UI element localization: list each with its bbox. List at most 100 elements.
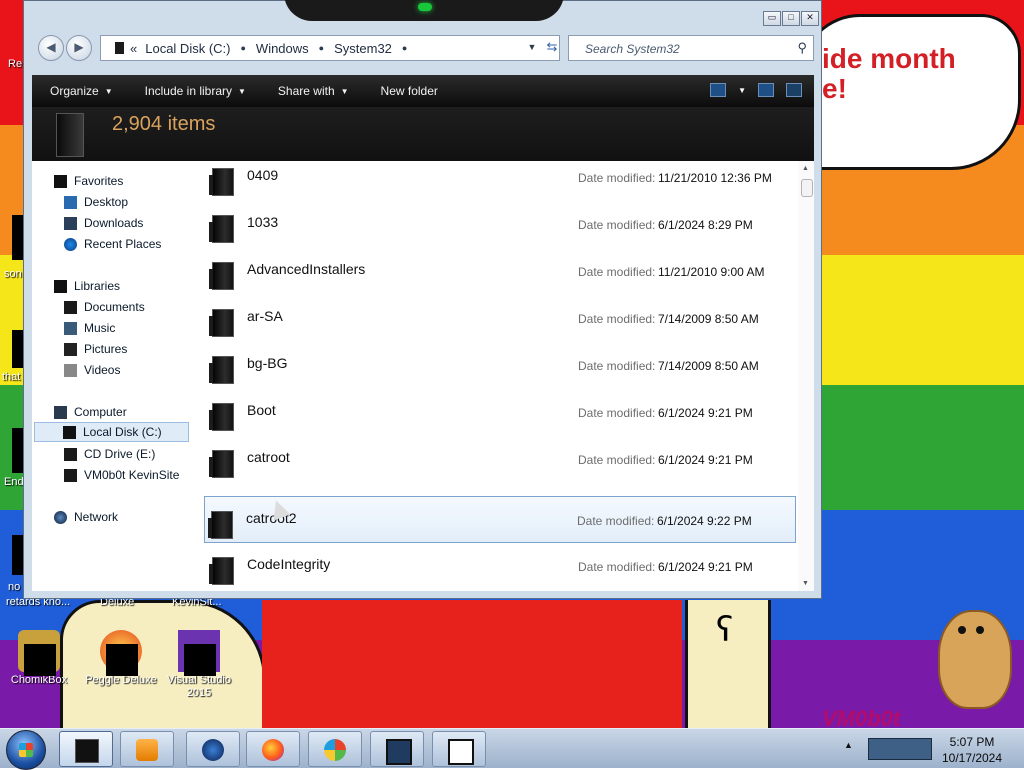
forward-button[interactable]: ▶ — [66, 35, 92, 61]
nav-network[interactable]: Network — [54, 507, 118, 527]
address-overflow-chevron[interactable]: « — [130, 41, 137, 56]
file-row[interactable]: Boot Date modified: 6/1/2024 9:21 PM — [206, 389, 798, 436]
scroll-down-icon[interactable]: ▼ — [802, 580, 809, 587]
taskbar-ie[interactable] — [308, 731, 362, 767]
nav-libraries[interactable]: Libraries — [54, 276, 120, 296]
nav-recent-places[interactable]: Recent Places — [64, 234, 161, 254]
minimize-button[interactable]: ▭ — [763, 11, 781, 26]
nav-pictures[interactable]: Pictures — [64, 339, 127, 359]
date-modified-label: Date modified: — [578, 560, 656, 574]
desktop-icon-peggle-deluxe[interactable]: Peggle Deluxe — [82, 630, 160, 687]
folder-icon — [208, 511, 233, 539]
desktop-label-fragment: End — [4, 476, 24, 488]
date-modified-label: Date modified: — [578, 171, 656, 185]
clock[interactable]: 5:07 PM 10/17/2024 — [932, 734, 1012, 766]
nav-desktop[interactable]: Desktop — [64, 192, 128, 212]
back-button[interactable]: ◀ — [38, 35, 64, 61]
help-icon[interactable] — [786, 83, 802, 97]
network-drive-icon — [64, 468, 77, 482]
videos-icon — [64, 363, 77, 377]
address-bar[interactable]: « Local Disk (C:) ● Windows ● System32 ● — [100, 35, 560, 61]
file-row[interactable]: 0409 Date modified: 11/21/2010 12:36 PM — [206, 161, 798, 201]
taskbar-media-player[interactable] — [120, 731, 174, 767]
change-view-icon[interactable] — [710, 83, 727, 97]
explorer-window[interactable]: ▭ □ ✕ ◀ ▶ « Local Disk (C:) ● Windows ● … — [23, 0, 822, 599]
nav-label: Computer — [74, 405, 127, 419]
file-row[interactable]: AdvancedInstallers Date modified: 11/21/… — [206, 248, 798, 295]
file-row-hovered[interactable]: catroot2 Date modified: 6/1/2024 9:22 PM — [204, 496, 796, 543]
include-in-library-button[interactable]: Include in library ▼ — [127, 84, 260, 98]
close-button[interactable]: ✕ — [801, 11, 819, 26]
breadcrumb-local-disk[interactable]: Local Disk (C:) — [137, 41, 238, 56]
search-input[interactable] — [583, 37, 797, 61]
show-hidden-icons-arrow[interactable]: ▲ — [844, 740, 853, 750]
breadcrumb-windows[interactable]: Windows — [248, 41, 317, 56]
navigation-pane: Favorites Desktop Downloads Recent Place… — [32, 161, 202, 591]
breadcrumb-system32[interactable]: System32 — [326, 41, 400, 56]
new-folder-button[interactable]: New folder — [363, 84, 452, 98]
file-row[interactable]: CodeIntegrity Date modified: 6/1/2024 9:… — [206, 543, 798, 590]
content-area: Favorites Desktop Downloads Recent Place… — [32, 161, 814, 591]
file-name: 1033 — [247, 214, 279, 230]
chevron-down-icon[interactable]: ▼ — [738, 86, 746, 95]
nav-favorites[interactable]: Favorites — [54, 171, 123, 191]
file-row[interactable]: catroot Date modified: 6/1/2024 9:21 PM — [206, 436, 798, 483]
file-row[interactable]: bg-BG Date modified: 7/14/2009 8:50 AM — [206, 342, 798, 389]
taskbar-firefox[interactable] — [246, 731, 300, 767]
file-date: 6/1/2024 9:21 PM — [658, 560, 753, 574]
nav-documents[interactable]: Documents — [64, 297, 145, 317]
file-name: AdvancedInstallers — [247, 261, 366, 277]
nav-label: Network — [74, 510, 119, 524]
file-name: 0409 — [247, 167, 279, 183]
nav-videos[interactable]: Videos — [64, 360, 120, 380]
vertical-scrollbar[interactable]: ▲ ▼ — [798, 161, 814, 591]
share-with-button[interactable]: Share with ▼ — [260, 84, 363, 98]
preview-pane-icon[interactable] — [758, 83, 774, 97]
folder-icon — [209, 168, 234, 196]
scroll-up-icon[interactable]: ▲ — [802, 165, 809, 172]
view-controls: ▼ — [710, 83, 802, 97]
organize-button[interactable]: Organize ▼ — [32, 84, 127, 98]
taskbar: ▲ 5:07 PM 10/17/2024 — [0, 728, 1024, 770]
desktop-label-fragment: that — [2, 371, 21, 383]
taskbar-explorer[interactable] — [59, 731, 113, 767]
file-row[interactable]: 1033 Date modified: 6/1/2024 8:29 PM — [206, 201, 798, 248]
file-name: bg-BG — [247, 355, 288, 371]
nav-label: Videos — [84, 363, 121, 377]
address-dropdown-icon[interactable]: ▼ — [522, 35, 542, 59]
address-row: ◀ ▶ « Local Disk (C:) ● Windows ● System… — [36, 33, 814, 63]
search-box[interactable]: ⚲ — [568, 35, 814, 61]
recent-places-icon — [64, 237, 77, 251]
star-icon — [54, 174, 67, 188]
file-row[interactable]: ar-SA Date modified: 7/14/2009 8:50 AM — [206, 295, 798, 342]
nav-local-disk[interactable]: Local Disk (C:) — [34, 422, 189, 442]
file-name: catroot — [247, 449, 290, 465]
refresh-icon[interactable]: ⇆ — [542, 35, 562, 59]
taskbar-globe[interactable] — [186, 731, 240, 767]
firefox-icon — [262, 739, 284, 761]
include-in-library-label: Include in library — [144, 84, 232, 98]
nav-vm-kevinsite[interactable]: VM0b0t KevinSite — [64, 465, 179, 485]
tray-icons[interactable] — [868, 738, 932, 760]
nav-downloads[interactable]: Downloads — [64, 213, 143, 233]
nav-label: Desktop — [84, 195, 129, 209]
start-button[interactable] — [6, 730, 46, 770]
desktop-icon-chomikbox[interactable]: ChomikBox — [0, 630, 78, 687]
file-date: 6/1/2024 8:29 PM — [658, 218, 753, 232]
taskbar-7zip[interactable] — [432, 731, 486, 767]
search-icon[interactable]: ⚲ — [797, 40, 807, 56]
forward-arrow-icon: ▶ — [74, 40, 84, 54]
desktop-icon-visual-studio[interactable]: Visual Studio 2015 — [160, 630, 238, 700]
maximize-button[interactable]: □ — [782, 11, 800, 26]
new-folder-label: New folder — [380, 84, 438, 98]
breadcrumb-separator-icon[interactable]: ● — [400, 43, 409, 53]
nav-music[interactable]: Music — [64, 318, 115, 338]
scroll-thumb[interactable] — [801, 179, 813, 197]
documents-icon — [64, 300, 77, 314]
nav-cd-drive[interactable]: CD Drive (E:) — [64, 444, 155, 464]
taskbar-monitor[interactable] — [370, 731, 424, 767]
desktop-icon-label: Visual Studio 2015 — [166, 674, 231, 699]
nav-computer[interactable]: Computer — [54, 402, 127, 422]
breadcrumb-separator-icon[interactable]: ● — [317, 43, 326, 53]
breadcrumb-separator-icon[interactable]: ● — [238, 43, 247, 53]
